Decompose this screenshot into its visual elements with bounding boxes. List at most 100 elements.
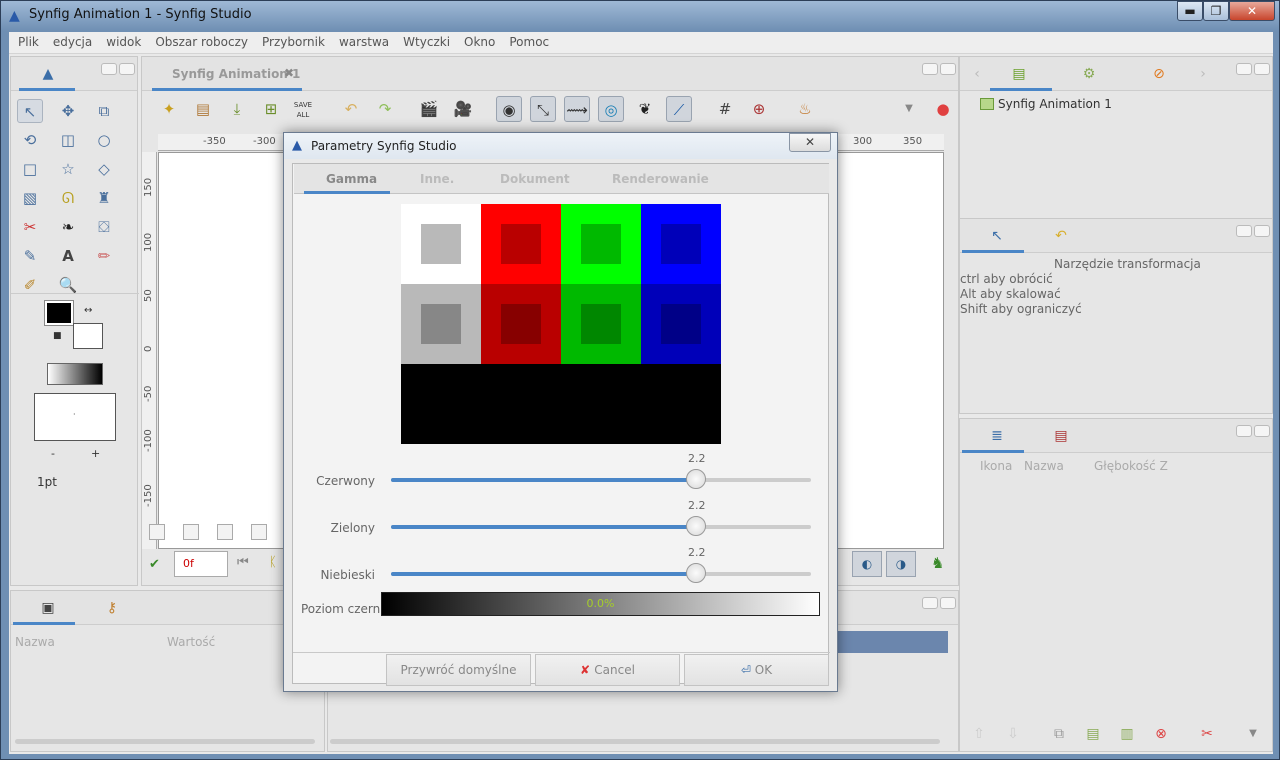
ok-button[interactable]: ⏎ OK <box>684 654 829 686</box>
params-scrollbar[interactable] <box>15 739 315 744</box>
encapsulate-icon[interactable]: ▤ <box>1084 725 1102 743</box>
show-vertex-handles-icon[interactable]: ⤡ <box>530 96 556 122</box>
document-tab-close-icon[interactable]: ✖ <box>284 66 294 80</box>
sketch-tool-icon[interactable]: ✏ <box>91 244 117 268</box>
show-angle-handles-icon[interactable]: ⟋ <box>666 96 692 122</box>
menu-edycja[interactable]: edycja <box>46 32 99 53</box>
show-radius-handles-icon[interactable]: ◎ <box>598 96 624 122</box>
lower-layer-icon[interactable]: ⇩ <box>1004 725 1022 743</box>
scale-tool-icon[interactable]: ⧉ <box>91 99 117 123</box>
gradient-swatch[interactable] <box>47 363 103 385</box>
redo-icon[interactable]: ↷ <box>372 96 398 122</box>
fill-bucket-tool-icon[interactable]: ⛋ <box>91 215 117 239</box>
dock-float-icon[interactable] <box>922 597 938 609</box>
dock-float-icon[interactable] <box>1236 63 1252 75</box>
undo-icon[interactable]: ↶ <box>338 96 364 122</box>
dialog-close-button[interactable]: ✕ <box>789 133 831 152</box>
params-col-name[interactable]: Nazwa <box>15 635 55 649</box>
text-tool-icon[interactable]: A <box>55 244 81 268</box>
slider-green-knob[interactable] <box>686 516 706 536</box>
cut-layer-icon[interactable]: ✂ <box>1198 725 1216 743</box>
duplicate-layer-icon[interactable]: ⧉ <box>1050 725 1068 743</box>
synfig-tab-icon[interactable]: ▲ <box>39 65 57 83</box>
minimize-button[interactable]: ▬ <box>1177 1 1203 21</box>
slider-green[interactable] <box>391 516 811 536</box>
tab-dokument[interactable]: Dokument <box>500 172 570 186</box>
reset-colors-icon[interactable]: ■ <box>53 331 62 341</box>
raise-layer-icon[interactable]: ⇧ <box>970 725 988 743</box>
tab-gamma[interactable]: Gamma <box>326 172 377 186</box>
dock-close-icon[interactable] <box>1254 225 1270 237</box>
menu-warstwa[interactable]: warstwa <box>332 32 396 53</box>
zoom-100-icon[interactable] <box>183 524 199 540</box>
width-tool-icon[interactable]: ❧ <box>55 215 81 239</box>
canvas-item[interactable]: Synfig Animation 1 <box>998 97 1112 111</box>
navigator-icon[interactable]: ⊘ <box>1150 65 1168 83</box>
snap-grid-icon[interactable]: ⊕ <box>746 96 772 122</box>
layers-col-icon[interactable]: Ikona <box>980 459 1012 473</box>
document-tab[interactable]: Synfig Animation 1 <box>172 67 300 81</box>
menu-obszar-roboczy[interactable]: Obszar roboczy <box>148 32 255 53</box>
library-tab-icon[interactable]: ⚷ <box>103 599 121 617</box>
eyedrop-tool-icon[interactable]: ✎ <box>17 244 43 268</box>
show-tangent-handles-icon[interactable]: ⟿ <box>564 96 590 122</box>
onion-skin-icon[interactable]: ♨ <box>792 96 818 122</box>
animation-mode-icon[interactable]: ● <box>930 96 956 122</box>
dock-close-icon[interactable] <box>940 63 956 75</box>
grid-icon[interactable]: # <box>712 96 738 122</box>
sets-tab-icon[interactable]: ▤ <box>1052 427 1070 445</box>
layers-col-name[interactable]: Nazwa <box>1024 459 1064 473</box>
maximize-button[interactable]: ❐ <box>1203 1 1229 21</box>
dock-close-icon[interactable] <box>119 63 135 75</box>
cutout-tool-icon[interactable]: ✂ <box>17 215 43 239</box>
menu-przybornik[interactable]: Przybornik <box>255 32 332 53</box>
params-tab-icon[interactable]: ▣ <box>39 599 57 617</box>
open-file-icon[interactable]: ▤ <box>190 96 216 122</box>
show-position-handles-icon[interactable]: ◉ <box>496 96 522 122</box>
animation-figure-icon[interactable]: ♞ <box>931 554 944 572</box>
layers-more-icon[interactable]: ▼ <box>1244 725 1262 743</box>
mirror-tool-icon[interactable]: ◫ <box>55 128 81 152</box>
seek-prev-keyframe-icon[interactable]: ᛕ <box>269 555 277 570</box>
delete-layer-icon[interactable]: ⊗ <box>1152 725 1170 743</box>
seek-begin-icon[interactable]: ⏮ <box>237 555 249 570</box>
black-level-bar[interactable]: 0.0% <box>381 592 820 616</box>
canvas-browser-tab-icon[interactable]: ▤ <box>1010 65 1028 83</box>
star-tool-icon[interactable]: ☆ <box>55 157 81 181</box>
current-frame-field[interactable]: 0f <box>174 551 228 577</box>
save-as-icon[interactable]: ⊞ <box>258 96 284 122</box>
transform-tool-icon[interactable]: ↖ <box>17 99 43 123</box>
cancel-button[interactable]: ✘ Cancel <box>535 654 680 686</box>
tool-options-tab-icon[interactable]: ↖ <box>988 227 1006 245</box>
circle-tool-icon[interactable]: ○ <box>91 128 117 152</box>
close-window-button[interactable]: ✕ <box>1229 1 1275 21</box>
library-icon[interactable]: ⚙ <box>1080 65 1098 83</box>
params-col-value[interactable]: Wartość <box>167 635 215 649</box>
toggle-sound-icon[interactable]: ◑ <box>886 551 916 577</box>
zoom-in-icon[interactable] <box>251 524 267 540</box>
dock-close-icon[interactable] <box>1254 425 1270 437</box>
dock-close-icon[interactable] <box>940 597 956 609</box>
nav-back-icon[interactable]: ‹ <box>968 65 986 83</box>
width-increase[interactable]: + <box>91 447 100 460</box>
menu-wtyczki[interactable]: Wtyczki <box>396 32 457 53</box>
slider-red[interactable] <box>391 469 811 489</box>
swap-colors-icon[interactable]: ↔ <box>84 305 92 316</box>
save-all-button[interactable]: SAVE ALL <box>290 96 316 122</box>
tab-inne[interactable]: Inne. <box>420 172 454 186</box>
reset-defaults-button[interactable]: Przywróć domyślne <box>386 654 531 686</box>
render-icon[interactable]: 🎬 <box>416 96 442 122</box>
dock-float-icon[interactable] <box>1236 425 1252 437</box>
smooth-move-tool-icon[interactable]: ✥ <box>55 99 81 123</box>
dock-close-icon[interactable] <box>1254 63 1270 75</box>
menu-plik[interactable]: Plik <box>11 32 46 53</box>
width-decrease[interactable]: - <box>51 447 55 460</box>
dock-float-icon[interactable] <box>1236 225 1252 237</box>
slider-blue[interactable] <box>391 563 811 583</box>
time-slider-bar[interactable] <box>838 631 948 653</box>
dock-float-icon[interactable] <box>922 63 938 75</box>
spline-tool-icon[interactable]: ᘏ <box>55 186 81 210</box>
outline-color-swatch[interactable] <box>44 300 74 326</box>
zoom-out-icon[interactable] <box>149 524 165 540</box>
new-file-icon[interactable]: ✦ <box>156 96 182 122</box>
